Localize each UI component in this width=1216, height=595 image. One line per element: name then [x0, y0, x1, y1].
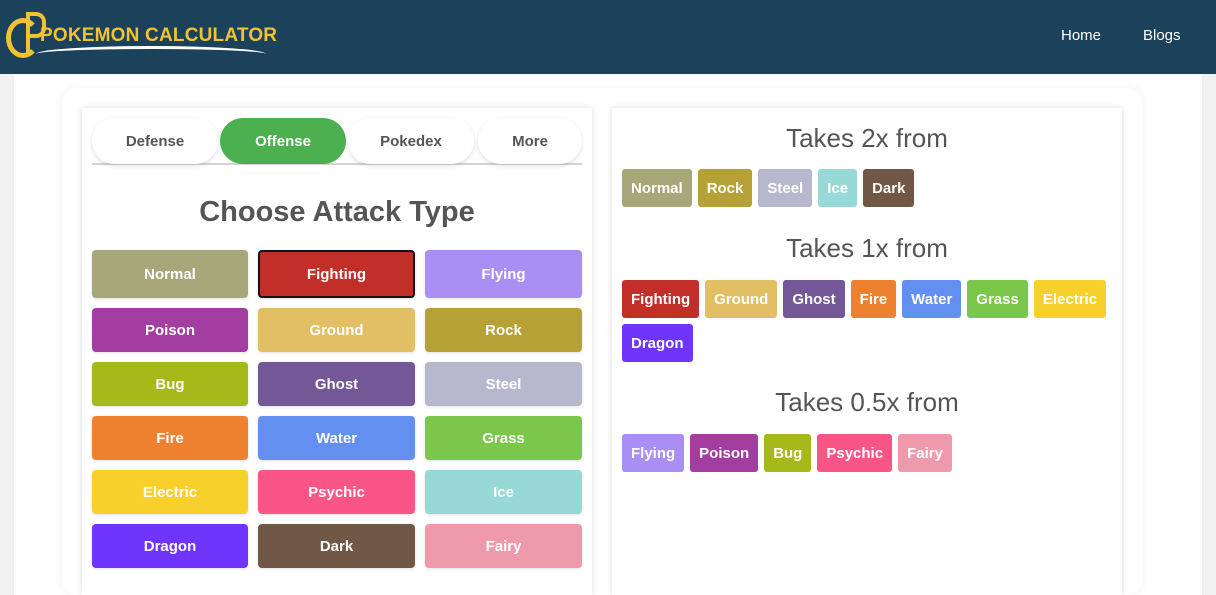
type-button-normal[interactable]: Normal — [92, 250, 248, 298]
type-badge-dark: Dark — [863, 169, 915, 207]
type-badge-fire: Fire — [850, 280, 897, 318]
takes-half-list: Flying Poison Bug Psychic Fairy — [622, 434, 1112, 472]
type-button-fighting[interactable]: Fighting — [258, 250, 415, 298]
type-button-flying[interactable]: Flying — [425, 250, 582, 298]
type-button-grass[interactable]: Grass — [425, 416, 582, 460]
type-badge-rock: Rock — [697, 169, 753, 207]
type-badge-ice: Ice — [818, 169, 858, 207]
logo-p-mark — [26, 12, 46, 56]
type-button-rock[interactable]: Rock — [425, 308, 582, 352]
nav-home-link[interactable]: Home — [1061, 27, 1101, 44]
site-logo[interactable]: POKEMON CALCULATOR — [6, 12, 278, 64]
type-button-fairy[interactable]: Fairy — [425, 524, 582, 568]
tab-more[interactable]: More — [478, 118, 582, 164]
navbar: POKEMON CALCULATOR Home Blogs — [0, 0, 1216, 74]
tab-defense[interactable]: Defense — [92, 118, 218, 164]
type-button-steel[interactable]: Steel — [425, 362, 582, 406]
type-badge-electric: Electric — [1033, 280, 1107, 318]
takes-2x-list: Normal Rock Steel Ice Dark — [622, 169, 1112, 207]
type-button-dragon[interactable]: Dragon — [92, 524, 248, 568]
type-badge-ground: Ground — [705, 280, 778, 318]
type-badge-flying: Flying — [622, 434, 685, 472]
tab-offense[interactable]: Offense — [220, 118, 346, 164]
type-button-fire[interactable]: Fire — [92, 416, 248, 460]
results-panel: Takes 2x from Normal Rock Steel Ice Dark Tak… — [612, 108, 1122, 595]
logo-text: POKEMON CALCULATOR — [40, 25, 278, 46]
type-badge-steel: Steel — [758, 169, 813, 207]
type-button-bug[interactable]: Bug — [92, 362, 248, 406]
type-button-poison[interactable]: Poison — [92, 308, 248, 352]
attack-type-panel: Defense Offense Pokedex More Choose Atta… — [82, 108, 592, 595]
type-badge-fairy: Fairy — [898, 434, 952, 472]
type-badge-poison: Poison — [690, 434, 759, 472]
logo-swoosh — [36, 46, 266, 62]
takes-2x-title: Takes 2x from — [786, 123, 948, 153]
type-badge-dragon: Dragon — [622, 324, 693, 362]
type-button-psychic[interactable]: Psychic — [258, 470, 415, 514]
takes-half-title: Takes 0.5x from — [775, 387, 959, 417]
takes-1x-list: Fighting Ground Ghost Fire Water Grass Electri… — [622, 280, 1112, 362]
type-badge-grass: Grass — [967, 280, 1028, 318]
type-button-electric[interactable]: Electric — [92, 470, 248, 514]
type-badge-ghost: Ghost — [783, 280, 845, 318]
type-badge-fighting: Fighting — [622, 280, 700, 318]
type-grid: Normal Fighting Flying Poison Ground Rock Bug G… — [92, 250, 582, 568]
type-button-ghost[interactable]: Ghost — [258, 362, 415, 406]
type-button-dark[interactable]: Dark — [258, 524, 415, 568]
type-button-water[interactable]: Water — [258, 416, 415, 460]
page-title: Choose Attack Type — [199, 196, 475, 228]
nav-blogs-link[interactable]: Blogs — [1143, 27, 1181, 44]
type-badge-normal: Normal — [622, 169, 692, 207]
type-button-ground[interactable]: Ground — [258, 308, 415, 352]
type-badge-psychic: Psychic — [817, 434, 893, 472]
mode-tabs: Defense Offense Pokedex More — [92, 118, 582, 165]
tab-pokedex[interactable]: Pokedex — [348, 118, 474, 164]
type-badge-bug: Bug — [764, 434, 812, 472]
type-badge-water: Water — [902, 280, 962, 318]
type-button-ice[interactable]: Ice — [425, 470, 582, 514]
takes-1x-title: Takes 1x from — [786, 233, 948, 263]
